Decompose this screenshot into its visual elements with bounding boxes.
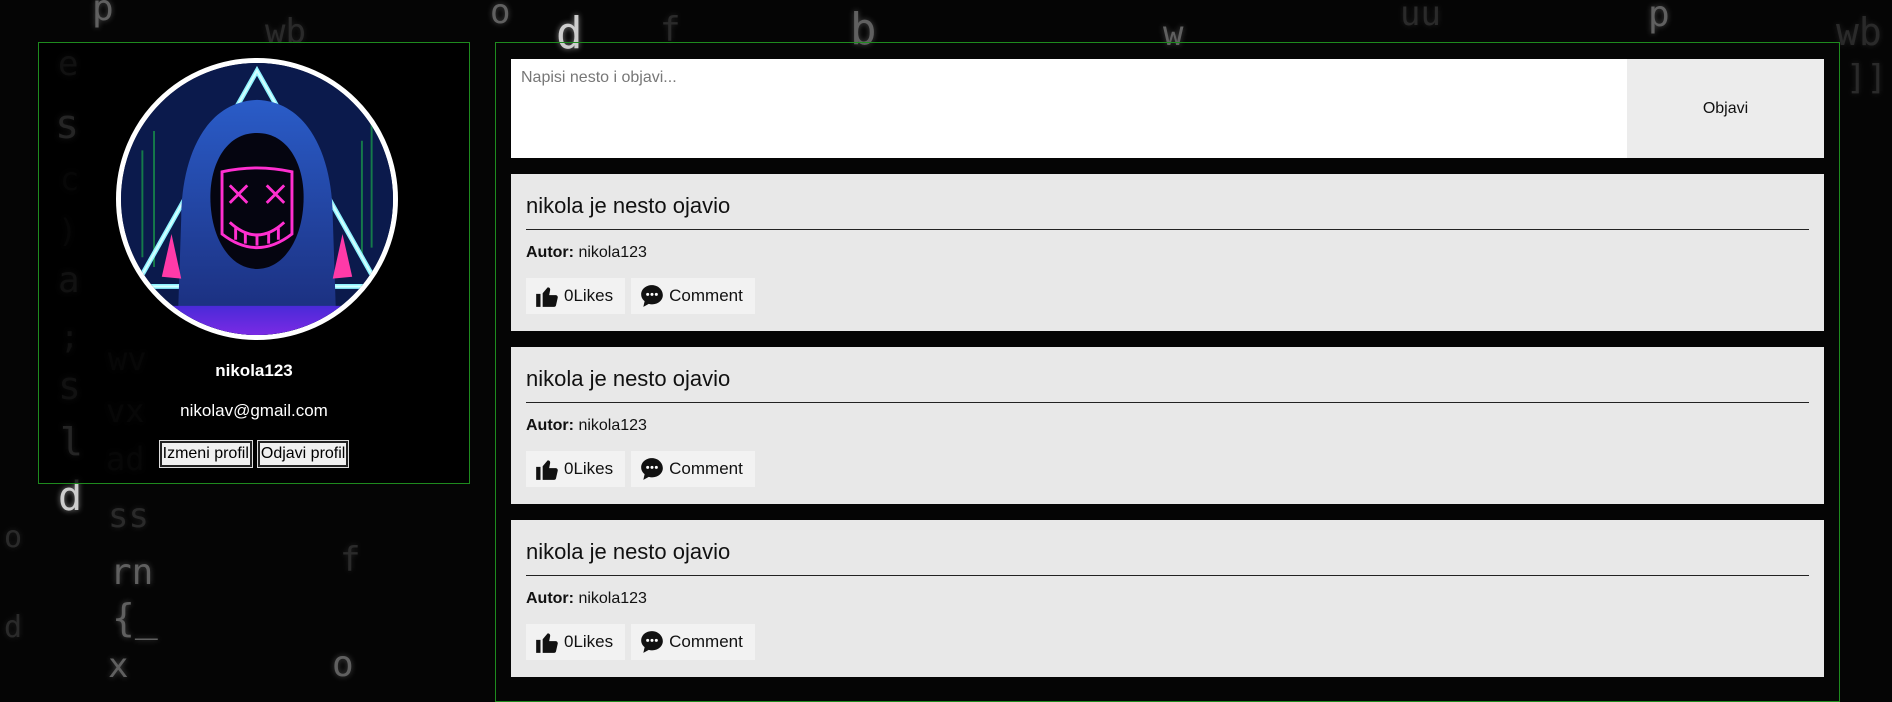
post-author: Autor: nikola123 [526, 417, 1809, 435]
comment-button[interactable]: Comment [631, 624, 755, 660]
post-actions: 0Likes Comment [526, 278, 1809, 314]
post-input[interactable] [511, 59, 1627, 158]
like-thumb-icon [534, 629, 560, 655]
logout-button[interactable]: Odjavi profil [258, 441, 348, 467]
edit-profile-button[interactable]: Izmeni profil [160, 441, 252, 467]
comment-label: Comment [669, 632, 743, 652]
publish-button[interactable]: Objavi [1627, 59, 1824, 158]
post-composer: Objavi [511, 59, 1824, 158]
like-button[interactable]: 0Likes [526, 451, 625, 487]
post-actions: 0Likes Comment [526, 451, 1809, 487]
author-label: Autor: [526, 244, 574, 261]
like-button[interactable]: 0Likes [526, 624, 625, 660]
comment-bubble-icon [639, 629, 665, 655]
comment-bubble-icon [639, 456, 665, 482]
comment-label: Comment [669, 459, 743, 479]
profile-avatar[interactable] [116, 58, 398, 340]
comment-button[interactable]: Comment [631, 451, 755, 487]
post-actions: 0Likes Comment [526, 624, 1809, 660]
like-button[interactable]: 0Likes [526, 278, 625, 314]
post-author: Autor: nikola123 [526, 244, 1809, 262]
post-title: nikola je nesto ojavio [526, 520, 1809, 576]
profile-username: nikola123 [39, 361, 469, 381]
avatar-image [121, 63, 393, 335]
post-title: nikola je nesto ojavio [526, 174, 1809, 230]
like-thumb-icon [534, 456, 560, 482]
like-count: 0Likes [564, 632, 613, 652]
like-count: 0Likes [564, 286, 613, 306]
like-count: 0Likes [564, 459, 613, 479]
profile-card: nikola123 nikolav@gmail.com Izmeni profi… [38, 42, 470, 484]
comment-label: Comment [669, 286, 743, 306]
post-card: nikola je nesto ojavio Autor: nikola123 … [511, 174, 1824, 331]
author-name: nikola123 [578, 244, 647, 261]
post-title: nikola je nesto ojavio [526, 347, 1809, 403]
author-name: nikola123 [578, 590, 647, 607]
feed-panel: Objavi nikola je nesto ojavio Autor: nik… [495, 42, 1840, 702]
author-name: nikola123 [578, 417, 647, 434]
post-author: Autor: nikola123 [526, 590, 1809, 608]
comment-button[interactable]: Comment [631, 278, 755, 314]
author-label: Autor: [526, 590, 574, 607]
profile-email: nikolav@gmail.com [39, 401, 469, 421]
post-card: nikola je nesto ojavio Autor: nikola123 … [511, 347, 1824, 504]
post-card: nikola je nesto ojavio Autor: nikola123 … [511, 520, 1824, 677]
profile-actions: Izmeni profil Odjavi profil [39, 441, 469, 467]
comment-bubble-icon [639, 283, 665, 309]
author-label: Autor: [526, 417, 574, 434]
like-thumb-icon [534, 283, 560, 309]
